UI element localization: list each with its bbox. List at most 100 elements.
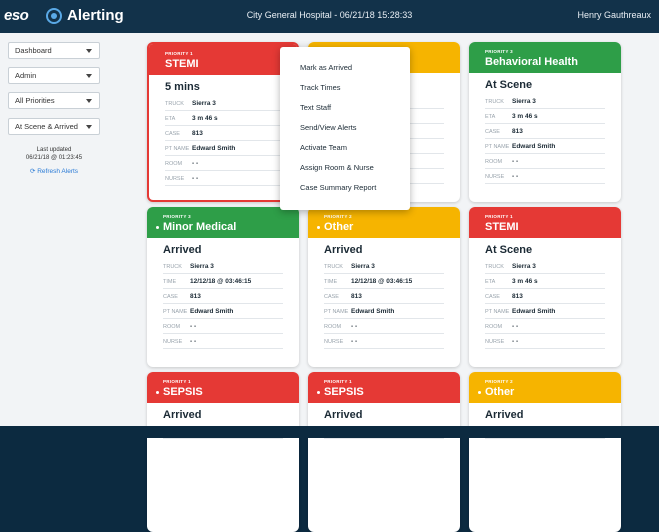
card-field-row: ROOM - - [165,158,285,171]
alert-card[interactable]: PRIORITY 3 Minor Medical Arrived TRUCK Sierr… [147,207,299,367]
card-field-value: 3 m 46 s [512,278,538,285]
card-field-label: TRUCK [324,264,343,270]
card-field-label: PT NAME [485,144,510,150]
card-context-menu: Mark as Arrived Track Times Text Staff S… [280,47,410,210]
card-field-row: TRUCK Sierra 3 [165,98,285,111]
card-field-row: TRUCK Sierra 3 [163,261,283,274]
card-field-row: PT NAME Edward Smith [165,143,285,156]
card-field-row: TRUCK Sierra 3 [324,261,444,274]
card-field-label: TRUCK [165,101,184,107]
card-field-value: 813 [192,130,203,137]
admin-select[interactable]: Admin [8,67,100,84]
card-priority: PRIORITY 1 [485,214,513,219]
card-field-label: NURSE [485,174,505,180]
card-type: SEPSIS [163,386,203,398]
card-status: Arrived [163,409,202,421]
card-field-label: NURSE [165,176,185,182]
card-field-label: NURSE [485,339,505,345]
status-dot-icon [478,391,481,394]
card-field-row: NURSE - - [485,336,605,349]
card-field-label: ROOM [485,159,503,165]
hospital-datetime: City General Hospital - 06/21/18 15:28:3… [246,10,413,20]
menu-item-activate-team[interactable]: Activate Team [300,143,347,152]
card-field-value: 12/12/18 @ 03:46:15 [351,278,413,285]
card-field-value: Sierra 3 [512,263,536,270]
menu-item-track-times[interactable]: Track Times [300,83,341,92]
card-header: PRIORITY 3 Behavioral Health [469,42,621,73]
status-dot-icon [156,226,159,229]
card-field-row: TIME 12/12/18 @ 03:46:15 [324,276,444,289]
top-bar: eso Alerting City General Hospital - 06/… [0,0,659,33]
card-header: PRIORITY 2 Other [469,372,621,403]
refresh-icon: ⟳ [29,168,36,175]
card-field-label: TRUCK [485,99,504,105]
card-priority: PRIORITY 1 [324,379,352,384]
card-priority: PRIORITY 3 [485,49,513,54]
card-field-value: - - [512,158,519,165]
card-field-value: 813 [512,128,523,135]
alert-card[interactable]: PRIORITY 1SEPSISArrivedTRUCKSierra 3 [147,372,299,532]
alert-card[interactable]: PRIORITY 2OtherArrivedTRUCKSierra 3 [469,372,621,532]
chevron-down-icon [86,49,92,53]
alert-card[interactable]: PRIORITY 1 STEMI 5 mins TRUCK Sierra 3 ETA 3 m… [147,42,299,202]
card-field-row: ETA 3 m 46 s [485,111,605,124]
card-type: Other [485,386,515,398]
alert-card[interactable]: PRIORITY 1SEPSISArrivedTRUCKSierra 3 [308,372,460,532]
card-field-value: 12/12/18 @ 03:46:15 [190,278,252,285]
card-priority: PRIORITY 1 [163,379,191,384]
card-field-row: ROOM - - [163,321,283,334]
card-field-value: Edward Smith [192,145,236,152]
card-status: Arrived [163,244,202,256]
dashboard-select[interactable]: Dashboard [8,42,100,59]
card-field-row: PT NAME Edward Smith [485,306,605,319]
priority-select-label: All Priorities [15,96,55,105]
card-field-value: Sierra 3 [351,263,375,270]
chevron-down-icon [86,125,92,129]
card-header: PRIORITY 2 Other [308,207,460,238]
card-field-label: CASE [165,131,180,137]
card-field-label: CASE [485,129,500,135]
card-field-label: ETA [165,116,176,122]
status-dot-icon [317,391,320,394]
card-priority: PRIORITY 2 [485,379,513,384]
refresh-alerts-label: Refresh Alerts [37,168,79,175]
card-field-label: ROOM [165,161,183,167]
sidebar: Dashboard Admin All Priorities At Scene … [0,33,110,426]
alert-card[interactable]: PRIORITY 1 STEMI At Scene TRUCK Sierra 3 ETA 3… [469,207,621,367]
card-status: At Scene [485,244,533,256]
card-status: Arrived [324,244,363,256]
alert-card[interactable]: PRIORITY 2 Other Arrived TRUCK Sierra 3 TIME 1… [308,207,460,367]
menu-item-assign-room[interactable]: Assign Room & Nurse [300,163,374,172]
card-field-value: 3 m 46 s [192,115,218,122]
menu-item-send-alerts[interactable]: Send/View Alerts [300,123,357,132]
last-updated-label: Last updated [36,147,72,153]
card-field-value: Edward Smith [512,308,556,315]
card-type: SEPSIS [324,386,364,398]
refresh-alerts-link[interactable]: ⟳ Refresh Alerts [0,167,108,175]
card-field-row: PT NAME Edward Smith [324,306,444,319]
app-frame: eso Alerting City General Hospital - 06/… [0,0,659,532]
card-field-label: PT NAME [163,309,188,315]
card-type: Other [324,221,354,233]
user-menu[interactable]: Henry Gauthreaux [577,10,651,20]
card-field-value: 813 [512,293,523,300]
main-area: Dashboard Admin All Priorities At Scene … [0,33,659,532]
menu-item-text-staff[interactable]: Text Staff [300,103,331,112]
menu-item-case-summary[interactable]: Case Summary Report [300,183,376,192]
card-priority: PRIORITY 3 [163,214,191,219]
status-select[interactable]: At Scene & Arrived [8,118,100,135]
card-field-value: Edward Smith [351,308,395,315]
priority-select[interactable]: All Priorities [8,92,100,109]
card-field-label: TRUCK [163,264,182,270]
card-field-row: ETA 3 m 46 s [485,276,605,289]
admin-select-label: Admin [15,71,37,80]
card-field-row: CASE 813 [165,128,285,141]
menu-item-mark-arrived[interactable]: Mark as Arrived [300,63,352,72]
status-dot-icon [317,226,320,229]
card-field-label: TRUCK [485,264,504,270]
alert-card[interactable]: PRIORITY 3 Behavioral Health At Scene TRUCK… [469,42,621,202]
status-dot-icon [156,391,159,394]
card-field-row: ROOM - - [485,156,605,169]
card-field-row: TRUCK Sierra 3 [485,261,605,274]
card-field-label: TIME [324,279,338,285]
